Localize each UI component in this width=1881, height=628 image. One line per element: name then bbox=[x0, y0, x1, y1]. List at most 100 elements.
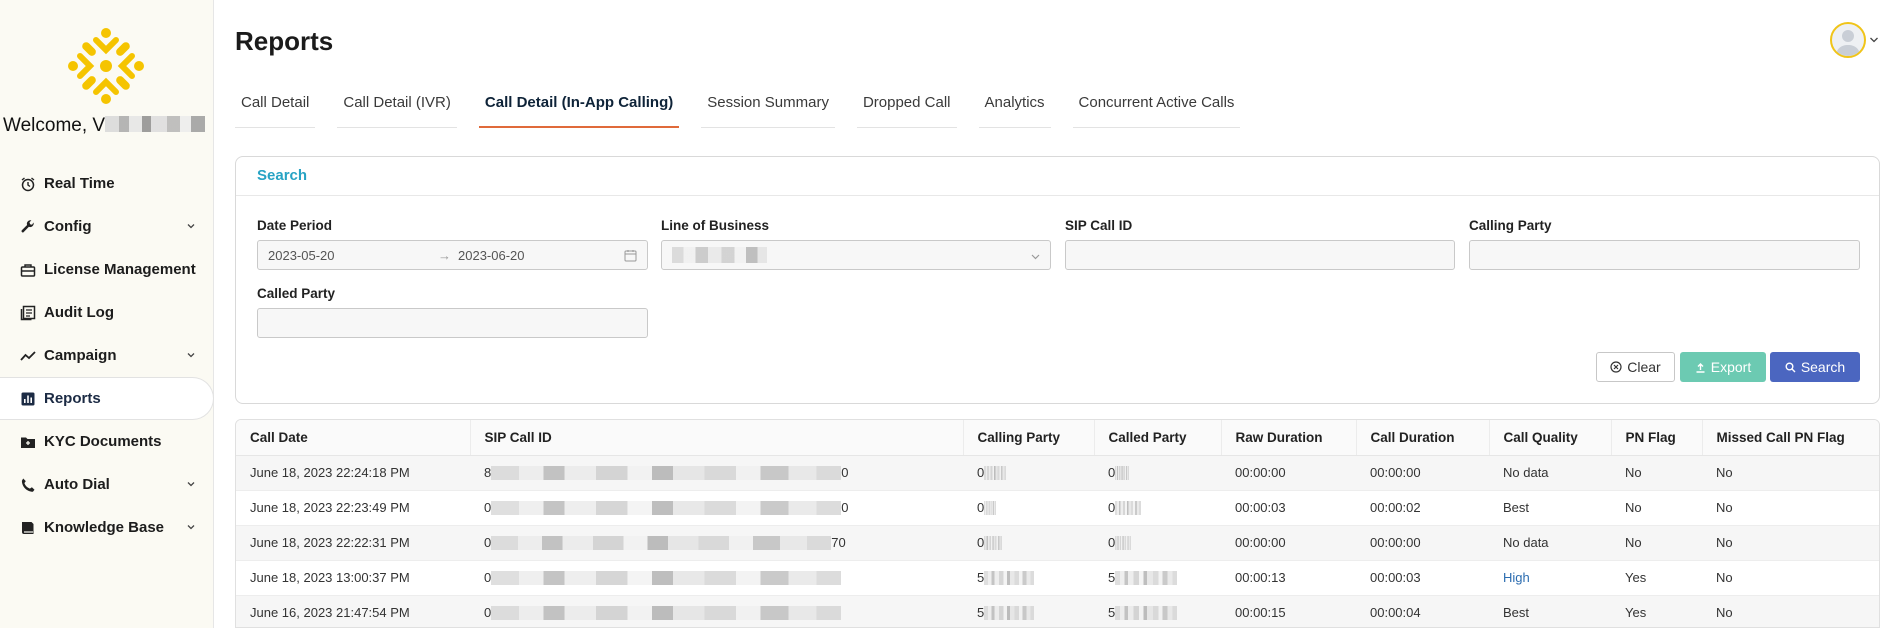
table-row[interactable]: June 16, 2023 21:47:54 PM 0 5 5 00:00:15… bbox=[236, 595, 1879, 627]
call-date-cell: June 18, 2023 22:23:49 PM bbox=[236, 490, 470, 526]
export-button[interactable]: Export bbox=[1680, 352, 1766, 382]
calling-party-cell: 0 bbox=[963, 525, 1094, 561]
clear-button[interactable]: Clear bbox=[1596, 352, 1675, 382]
tab-call-detail-ivr[interactable]: Call Detail (IVR) bbox=[337, 94, 457, 128]
raw-duration-cell: 00:00:13 bbox=[1221, 560, 1356, 596]
table-row[interactable]: June 18, 2023 22:22:31 PM 0 70 0 0 00:00:… bbox=[236, 525, 1879, 561]
sidebar-item-audit-log[interactable]: Audit Log bbox=[0, 291, 214, 334]
sip-id-prefix: 8 bbox=[484, 464, 492, 480]
raw-duration-cell: 00:00:00 bbox=[1221, 455, 1356, 491]
bar-chart-icon bbox=[20, 391, 36, 407]
call-duration-cell: 00:00:02 bbox=[1356, 490, 1489, 526]
search-icon bbox=[1785, 362, 1796, 372]
company-logo-icon bbox=[68, 28, 144, 104]
redacted-value bbox=[1115, 536, 1132, 551]
table-row[interactable]: June 18, 2023 13:00:37 PM 0 5 5 00:00:13… bbox=[236, 560, 1879, 596]
tab-call-detail-in-app-calling[interactable]: Call Detail (In-App Calling) bbox=[478, 94, 680, 128]
tab-dropped-call[interactable]: Dropped Call bbox=[856, 94, 957, 128]
chevron-down-icon bbox=[187, 482, 195, 487]
sidebar-item-label: Audit Log bbox=[44, 304, 114, 321]
missed-call-pn-flag-cell: No bbox=[1702, 490, 1879, 526]
column-header[interactable]: Call Quality bbox=[1489, 420, 1612, 456]
sidebar-item-label: Campaign bbox=[44, 347, 117, 364]
sip-id-prefix: 0 bbox=[484, 604, 492, 620]
calling-party-cell: 0 bbox=[963, 455, 1094, 491]
redacted-value bbox=[1115, 571, 1178, 586]
user-silhouette-icon bbox=[1836, 30, 1860, 56]
calling-party-prefix: 0 bbox=[977, 499, 985, 515]
user-avatar[interactable] bbox=[1830, 22, 1866, 58]
redacted-value bbox=[491, 536, 832, 551]
raw-duration-cell: 00:00:15 bbox=[1221, 595, 1356, 627]
redacted-value bbox=[984, 536, 1003, 551]
redacted-selected-value bbox=[672, 247, 767, 263]
column-header[interactable]: Raw Duration bbox=[1221, 420, 1357, 456]
sidebar-item-label: Config bbox=[44, 218, 92, 235]
tab-analytics[interactable]: Analytics bbox=[978, 94, 1051, 128]
tab-session-summary[interactable]: Session Summary bbox=[701, 94, 835, 128]
raw-duration-cell: 00:00:00 bbox=[1221, 525, 1356, 561]
date-period-label: Date Period bbox=[257, 218, 333, 233]
line-of-business-select[interactable] bbox=[661, 240, 1051, 270]
sidebar-item-reports[interactable]: Reports bbox=[0, 377, 214, 420]
chevron-down-icon[interactable] bbox=[1869, 36, 1879, 44]
clear-button-label: Clear bbox=[1627, 359, 1661, 375]
table-row[interactable]: June 18, 2023 22:23:49 PM 00 0 0 00:00:0… bbox=[236, 490, 1879, 526]
sidebar-item-license-management[interactable]: License Management bbox=[0, 248, 214, 291]
sip-call-id-cell: 00 bbox=[470, 490, 963, 526]
call-quality-cell: No data bbox=[1489, 525, 1611, 561]
sidebar-item-config[interactable]: Config bbox=[0, 205, 214, 248]
pn-flag-cell: Yes bbox=[1611, 560, 1702, 596]
column-header[interactable]: SIP Call ID bbox=[470, 420, 964, 456]
calling-party-prefix: 5 bbox=[977, 569, 985, 585]
column-header[interactable]: Calling Party bbox=[963, 420, 1095, 456]
chevron-down-icon bbox=[187, 353, 195, 358]
sip-call-id-cell: 0 bbox=[470, 560, 963, 596]
alarm-clock-icon bbox=[20, 176, 36, 192]
call-quality-cell: No data bbox=[1489, 455, 1611, 491]
redacted-value bbox=[984, 501, 997, 516]
call-date-cell: June 18, 2023 22:22:31 PM bbox=[236, 525, 470, 561]
sidebar-item-label: Auto Dial bbox=[44, 476, 110, 493]
sidebar-item-auto-dial[interactable]: Auto Dial bbox=[0, 463, 214, 506]
search-button[interactable]: Search bbox=[1770, 352, 1860, 382]
tab-call-detail[interactable]: Call Detail bbox=[235, 94, 316, 128]
table-row[interactable]: June 18, 2023 22:24:18 PM 80 0 0 00:00:0… bbox=[236, 455, 1879, 491]
called-party-prefix: 0 bbox=[1108, 499, 1116, 515]
pn-flag-cell: No bbox=[1611, 455, 1702, 491]
column-header[interactable]: Called Party bbox=[1094, 420, 1222, 456]
sidebar-item-label: KYC Documents bbox=[44, 433, 162, 450]
sidebar-item-kyc-documents[interactable]: KYC Documents bbox=[0, 420, 214, 463]
missed-call-pn-flag-cell: No bbox=[1702, 455, 1879, 491]
sip-id-suffix: 0 bbox=[841, 464, 849, 480]
sidebar-item-knowledge-base[interactable]: Knowledge Base bbox=[0, 506, 214, 549]
called-party-input[interactable] bbox=[257, 308, 648, 338]
sip-call-id-input[interactable] bbox=[1065, 240, 1455, 270]
calling-party-cell: 5 bbox=[963, 560, 1094, 596]
column-header[interactable]: PN Flag bbox=[1611, 420, 1703, 456]
redacted-value bbox=[984, 606, 1035, 621]
called-party-prefix: 5 bbox=[1108, 569, 1116, 585]
date-period-picker[interactable]: 2023-05-20 → 2023-06-20 bbox=[257, 240, 648, 270]
results-table: Call Date SIP Call ID Calling Party Call… bbox=[235, 419, 1880, 628]
tab-concurrent-active-calls[interactable]: Concurrent Active Calls bbox=[1072, 94, 1241, 128]
call-date-cell: June 18, 2023 13:00:37 PM bbox=[236, 560, 470, 596]
called-party-prefix: 0 bbox=[1108, 534, 1116, 550]
clear-circle-x-icon bbox=[1610, 361, 1622, 373]
sidebar-item-label: License Management bbox=[44, 261, 196, 278]
redacted-username bbox=[105, 116, 206, 132]
column-header[interactable]: Call Date bbox=[236, 420, 471, 456]
phone-icon bbox=[20, 477, 36, 493]
redacted-value bbox=[984, 466, 1007, 481]
raw-duration-cell: 00:00:03 bbox=[1221, 490, 1356, 526]
sidebar-item-label: Reports bbox=[44, 390, 101, 407]
column-header[interactable]: Missed Call PN Flag bbox=[1702, 420, 1879, 456]
calling-party-prefix: 0 bbox=[977, 464, 985, 480]
called-party-prefix: 5 bbox=[1108, 604, 1116, 620]
calling-party-input[interactable] bbox=[1469, 240, 1860, 270]
sidebar-item-real-time[interactable]: Real Time bbox=[0, 162, 214, 205]
column-header[interactable]: Call Duration bbox=[1356, 420, 1490, 456]
sidebar-item-campaign[interactable]: Campaign bbox=[0, 334, 214, 377]
sip-id-prefix: 0 bbox=[484, 499, 492, 515]
sip-id-prefix: 0 bbox=[484, 534, 492, 550]
